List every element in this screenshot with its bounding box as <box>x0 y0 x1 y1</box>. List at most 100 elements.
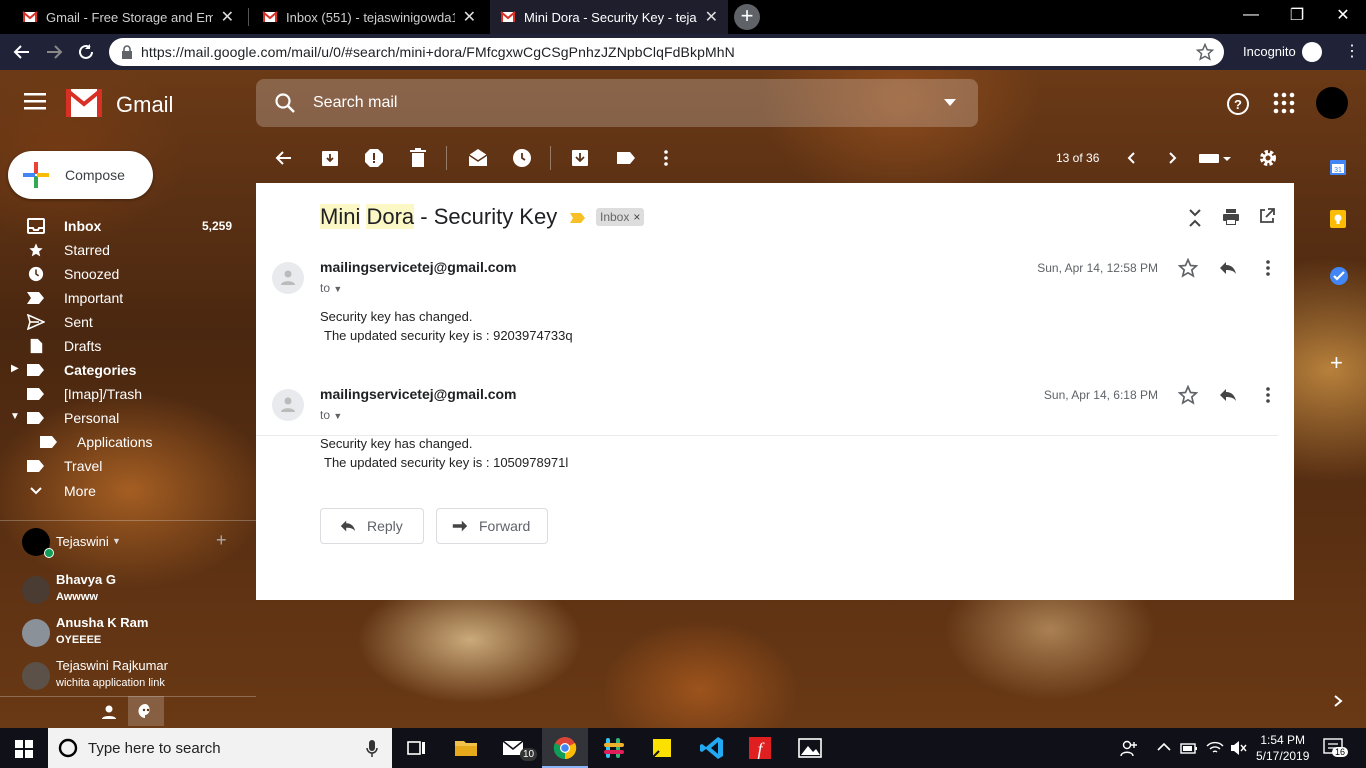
search-input[interactable]: Search mail <box>313 94 397 112</box>
microphone-icon[interactable] <box>366 740 378 758</box>
user-dropdown-icon[interactable]: ▼ <box>112 536 121 546</box>
open-new-window-icon[interactable] <box>1259 208 1275 224</box>
search-options-icon[interactable] <box>944 99 956 107</box>
recipient-details[interactable]: to ▼ <box>320 408 342 422</box>
sender-email[interactable]: mailingservicetej@gmail.com <box>320 259 517 275</box>
recipient-details[interactable]: to ▼ <box>320 281 342 295</box>
star-icon[interactable] <box>1178 258 1198 278</box>
sender-avatar[interactable] <box>272 389 304 421</box>
slack-icon[interactable] <box>600 734 628 762</box>
minimize-button[interactable]: — <box>1228 0 1274 30</box>
search-box[interactable]: Search mail <box>256 79 978 127</box>
back-arrow-icon[interactable] <box>274 148 294 168</box>
chat-item[interactable]: Anusha K Ram OYEEEE <box>22 615 232 651</box>
hangouts-user-name[interactable]: Tejaswini <box>56 534 109 549</box>
print-icon[interactable] <box>1222 208 1240 226</box>
keep-icon[interactable] <box>1329 209 1347 229</box>
tab-close-icon[interactable]: ✕ <box>221 7 234 27</box>
help-icon[interactable]: ? <box>1226 92 1250 116</box>
chrome-taskbar-button[interactable] <box>542 728 588 768</box>
more-options-icon[interactable] <box>656 148 676 168</box>
tasks-icon[interactable] <box>1329 266 1349 286</box>
add-chat-icon[interactable]: + <box>216 530 227 551</box>
more-vert-icon[interactable] <box>1258 385 1278 405</box>
battery-icon[interactable] <box>1180 740 1198 756</box>
file-explorer-icon[interactable] <box>452 734 480 762</box>
tab-mini-dora[interactable]: Mini Dora - Security Key - tejasw ✕ <box>490 0 728 34</box>
nav-categories[interactable]: ▶ Categories <box>0 358 240 382</box>
expand-arrow-icon[interactable]: ▶ <box>11 363 19 374</box>
windows-start-icon[interactable] <box>15 740 33 758</box>
taskbar-clock[interactable]: 1:54 PM 5/17/2019 <box>1256 732 1309 764</box>
important-marker-icon[interactable] <box>570 212 586 224</box>
new-tab-button[interactable]: + <box>734 4 760 30</box>
nav-imap-trash[interactable]: [Imap]/Trash <box>0 382 240 406</box>
account-avatar[interactable] <box>1316 87 1348 119</box>
report-spam-icon[interactable] <box>364 148 384 168</box>
delete-icon[interactable] <box>408 148 428 168</box>
bookmark-star-icon[interactable] <box>1196 43 1214 61</box>
reply-button[interactable]: Reply <box>320 508 424 544</box>
newer-chevron-icon[interactable] <box>1122 148 1142 168</box>
collapse-arrow-icon[interactable]: ▼ <box>10 411 20 422</box>
labels-icon[interactable] <box>616 148 636 168</box>
show-hidden-icons-chevron-icon[interactable] <box>1157 742 1171 752</box>
snooze-icon[interactable] <box>512 148 532 168</box>
gmail-logo-icon[interactable] <box>66 89 102 117</box>
nav-inbox[interactable]: Inbox 5,259 <box>0 214 240 238</box>
get-addons-icon[interactable]: + <box>1330 352 1343 374</box>
foxit-reader-icon[interactable]: f <box>746 734 774 762</box>
nav-travel[interactable]: Travel <box>0 454 240 478</box>
reply-icon[interactable] <box>1218 258 1238 278</box>
archive-icon[interactable] <box>320 148 340 168</box>
reply-icon[interactable] <box>1218 385 1238 405</box>
photos-icon[interactable] <box>796 734 824 762</box>
mail-app-button[interactable]: 10 <box>500 734 538 762</box>
compose-button[interactable]: Compose <box>8 151 153 199</box>
chat-item[interactable]: Tejaswini Rajkumar wichita application l… <box>22 658 232 694</box>
mark-unread-icon[interactable] <box>468 148 488 168</box>
close-window-button[interactable]: ✕ <box>1320 0 1366 30</box>
action-center-button[interactable]: 16 <box>1322 736 1349 760</box>
nav-personal[interactable]: ▼ Personal <box>0 406 240 430</box>
nav-more[interactable]: More <box>0 479 240 503</box>
star-icon[interactable] <box>1178 385 1198 405</box>
taskbar-search-input[interactable]: Type here to search <box>88 740 221 757</box>
taskbar-search[interactable]: Type here to search <box>48 728 392 768</box>
google-apps-icon[interactable] <box>1273 92 1295 114</box>
move-to-icon[interactable] <box>570 148 590 168</box>
sticky-notes-icon[interactable] <box>648 734 676 762</box>
settings-gear-icon[interactable] <box>1258 148 1278 168</box>
volume-muted-icon[interactable] <box>1230 740 1248 756</box>
wifi-icon[interactable] <box>1206 740 1224 756</box>
older-chevron-icon[interactable] <box>1162 148 1182 168</box>
nav-starred[interactable]: Starred <box>0 238 240 262</box>
nav-snoozed[interactable]: Snoozed <box>0 262 240 286</box>
contacts-person-icon[interactable] <box>101 704 117 720</box>
sender-avatar[interactable] <box>272 262 304 294</box>
nav-important[interactable]: Important <box>0 286 240 310</box>
chrome-menu-icon[interactable]: ⋮ <box>1344 42 1360 62</box>
restore-button[interactable]: ❐ <box>1274 0 1320 30</box>
hangouts-tab[interactable] <box>128 696 164 726</box>
sender-email[interactable]: mailingservicetej@gmail.com <box>320 386 517 402</box>
gmail-brand[interactable]: Gmail <box>116 92 173 118</box>
tab-close-icon[interactable]: ✕ <box>705 7 718 27</box>
reload-button[interactable] <box>70 34 102 70</box>
remove-label-icon[interactable]: × <box>633 210 640 224</box>
tab-close-icon[interactable]: ✕ <box>463 7 476 27</box>
vscode-icon[interactable] <box>698 734 726 762</box>
nav-applications[interactable]: Applications <box>0 430 240 454</box>
tab-gmail[interactable]: Gmail - Free Storage and Email fr ✕ <box>12 0 244 34</box>
search-icon[interactable] <box>274 92 296 114</box>
show-side-panel-icon[interactable] <box>1332 694 1344 708</box>
forward-button[interactable] <box>38 34 70 70</box>
details-dropdown-icon[interactable]: ▼ <box>333 411 342 421</box>
chat-item[interactable]: Bhavya G Awwww <box>22 572 232 608</box>
nav-drafts[interactable]: Drafts <box>0 334 240 358</box>
nav-sent[interactable]: Sent <box>0 310 240 334</box>
main-menu-icon[interactable] <box>24 92 46 110</box>
calendar-icon[interactable]: 31 <box>1329 158 1347 176</box>
forward-button[interactable]: Forward <box>436 508 548 544</box>
input-tools-icon[interactable] <box>1198 148 1232 168</box>
